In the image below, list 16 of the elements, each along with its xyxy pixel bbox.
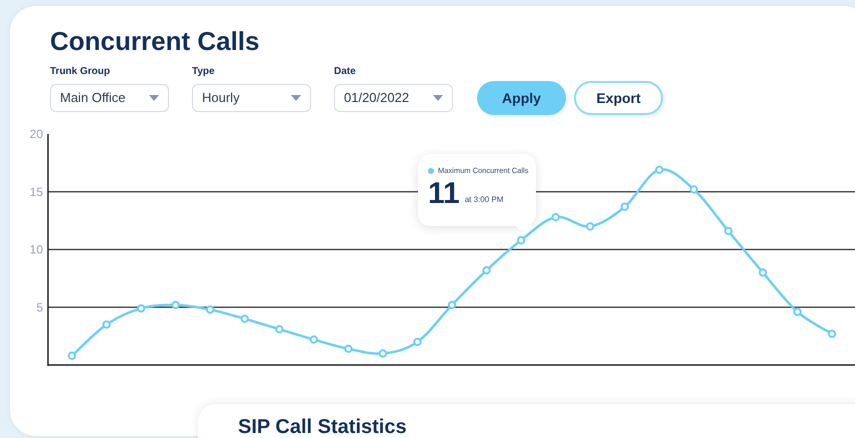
card-title: Concurrent Calls: [50, 26, 260, 56]
tooltip-time: at 3:00 PM: [464, 194, 504, 206]
filter-label: Type: [192, 65, 216, 79]
y-axis-label: 5: [36, 300, 43, 314]
dropdown[interactable]: 01/20/2022: [334, 84, 453, 112]
dropdown[interactable]: Hourly: [192, 84, 311, 112]
apply-button[interactable]: Apply: [477, 81, 566, 115]
dropdown[interactable]: Main Office: [50, 84, 169, 112]
y-axis-label: 10: [30, 242, 43, 256]
y-axis-label: 20: [30, 127, 43, 141]
card-title: SIP Call Statistics: [238, 416, 408, 438]
filter-label: Trunk Group: [50, 65, 111, 79]
tooltip-value: 11: [428, 178, 460, 210]
filter-label: Date: [334, 65, 357, 79]
export-button[interactable]: Export: [574, 81, 663, 115]
y-axis-label: 15: [30, 184, 43, 199]
